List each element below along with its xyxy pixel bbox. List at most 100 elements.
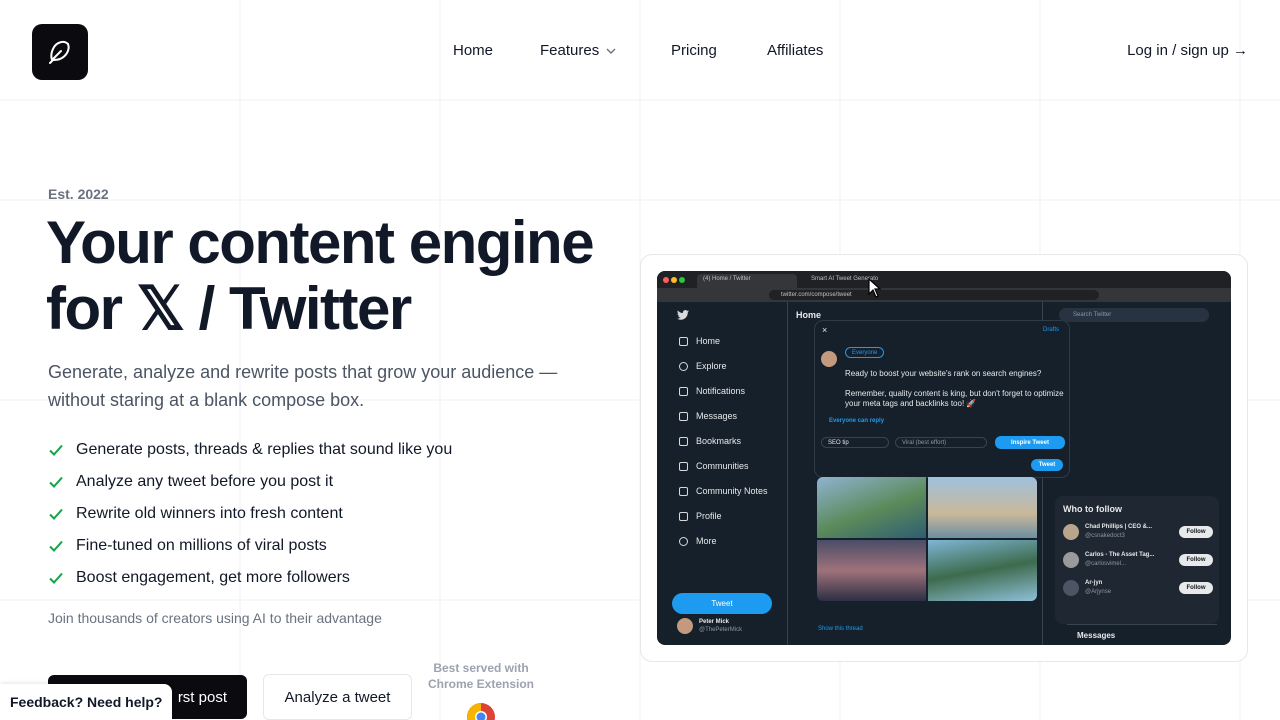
chrome-extension-note: Best served with Chrome Extension (427, 661, 535, 691)
login-link[interactable]: Log in / sign up → (1127, 42, 1248, 59)
follow-handle: @csnakedoct3 (1085, 533, 1125, 539)
feature-text: Boost engagement, get more followers (76, 569, 350, 586)
nav-affiliates[interactable]: Affiliates (767, 42, 823, 59)
twitter-nav-notifications: Notifications (679, 386, 745, 396)
maximize-dot-icon (679, 277, 685, 283)
twitter-nav-label: Profile (696, 511, 722, 521)
follow-name: Chad Phillips | CEO &... (1085, 524, 1153, 530)
nav-home-label: Home (453, 42, 494, 59)
twitter-search: Search Twitter (1059, 308, 1209, 322)
twitter-nav-profile: Profile (679, 511, 722, 521)
follow-button: Follow (1179, 582, 1213, 594)
nav-pricing[interactable]: Pricing (671, 42, 717, 59)
twitter-nav-bookmarks: Bookmarks (679, 436, 741, 446)
tweet-photo-grid (817, 477, 1037, 601)
nav-features[interactable]: Features (540, 42, 617, 59)
twitter-sidebar: Home Explore Notifications Messages Book… (657, 302, 787, 645)
nav-features-label: Features (540, 42, 600, 59)
profile-name: Peter Mick (699, 619, 730, 625)
feature-item: Generate posts, threads & replies that s… (48, 434, 452, 466)
timeline-title: Home (796, 310, 822, 320)
who-to-follow-panel: Who to follow Chad Phillips | CEO &... @… (1055, 496, 1219, 624)
twitter-nav-label: Community Notes (696, 486, 768, 496)
twitter-nav-more: More (679, 536, 717, 546)
close-dot-icon (663, 277, 669, 283)
page-title: Your content engine for 𝕏 / Twitter (46, 210, 646, 342)
user-icon (679, 511, 688, 521)
photo (928, 540, 1037, 601)
twitter-nav-explore: Explore (679, 361, 727, 371)
twitter-nav-communities: Communities (679, 461, 749, 471)
compose-line-2: Remember, quality content is king, but d… (845, 389, 1064, 408)
photo (817, 540, 926, 601)
established-label: Est. 2022 (48, 186, 109, 202)
home-icon (679, 336, 688, 346)
avatar (677, 618, 693, 634)
twitter-nav-community-notes: Community Notes (679, 486, 768, 496)
nav-affiliates-label: Affiliates (767, 42, 824, 59)
check-icon (49, 444, 63, 456)
follow-button: Follow (1179, 554, 1213, 566)
nav-home[interactable]: Home (453, 42, 493, 59)
follow-suggestion: Ar-jyn @Arjynse Follow (1063, 578, 1213, 598)
photo (817, 477, 926, 538)
feature-item: Fine-tuned on millions of viral posts (48, 530, 452, 562)
mode-select: Viral (best effort) (895, 437, 987, 448)
feature-item: Boost engagement, get more followers (48, 562, 452, 594)
minimize-dot-icon (671, 277, 677, 283)
browser-tab: Smart AI Tweet Generato (811, 276, 879, 282)
follow-button: Follow (1179, 526, 1213, 538)
show-thread-link: Show this thread (818, 626, 863, 632)
people-icon (679, 461, 688, 471)
twitter-nav-label: Bookmarks (696, 436, 742, 446)
twitter-nav-messages: Messages (679, 411, 737, 421)
analyze-tweet-button[interactable]: Analyze a tweet (263, 674, 412, 720)
twitter-nav-home: Home (679, 336, 720, 346)
feature-list: Generate posts, threads & replies that s… (48, 434, 452, 594)
compose-line-1: Ready to boost your website's rank on se… (845, 369, 1042, 378)
feedback-widget[interactable]: Feedback? Need help? (0, 684, 173, 720)
feature-text: Analyze any tweet before you post it (76, 473, 334, 490)
check-icon (49, 508, 63, 520)
social-proof: Join thousands of creators using AI to t… (48, 610, 382, 626)
audience-chip: Everyone (845, 347, 885, 358)
browser-tabbar: (4) Home / Twitter Smart AI Tweet Genera… (657, 271, 1231, 288)
reply-setting: Everyone can reply (829, 418, 885, 424)
follow-name: Ar-jyn (1085, 580, 1103, 586)
check-icon (49, 572, 63, 584)
avatar (1063, 524, 1079, 540)
follow-name: Carlos - The Asset Tag... (1085, 552, 1155, 558)
topic-input: SEO tip (821, 437, 889, 448)
profile-handle: @ThePeterMick (699, 627, 743, 633)
chrome-icon[interactable] (466, 702, 496, 720)
twitter-nav-label: Communities (696, 461, 749, 471)
twitter-bird-icon (677, 310, 689, 320)
avatar (1063, 552, 1079, 568)
twitter-right-column: Search Twitter Who to follow Chad Philli… (1045, 302, 1231, 645)
photo (928, 477, 1037, 538)
twitter-nav-label: More (696, 536, 717, 546)
product-screenshot: (4) Home / Twitter Smart AI Tweet Genera… (657, 271, 1231, 645)
browser-urlbar: twitter.com/compose/tweet (657, 288, 1231, 302)
twitter-profile: Peter Mick @ThePeterMick (677, 618, 742, 634)
mail-icon (679, 411, 688, 421)
mouse-cursor-icon (868, 278, 882, 298)
who-to-follow-title: Who to follow (1063, 504, 1122, 514)
twitter-nav-label: Home (696, 336, 721, 346)
feature-item: Analyze any tweet before you post it (48, 466, 452, 498)
bookmark-icon (679, 436, 688, 446)
check-icon (49, 476, 63, 488)
follow-suggestion: Chad Phillips | CEO &... @csnakedoct3 Fo… (1063, 522, 1213, 542)
follow-handle: @carlosvimel... (1085, 561, 1127, 567)
chevron-down-icon (606, 48, 616, 54)
bell-icon (679, 386, 688, 396)
feature-text: Generate posts, threads & replies that s… (76, 441, 453, 458)
twitter-nav-label: Messages (696, 411, 738, 421)
twitter-tweet-button: Tweet (672, 593, 772, 614)
nav-pricing-label: Pricing (671, 42, 717, 59)
twitter-nav-label: Explore (696, 361, 727, 371)
feature-text: Fine-tuned on millions of viral posts (76, 537, 327, 554)
follow-handle: @Arjynse (1085, 589, 1112, 595)
avatar (1063, 580, 1079, 596)
more-icon (679, 536, 688, 546)
